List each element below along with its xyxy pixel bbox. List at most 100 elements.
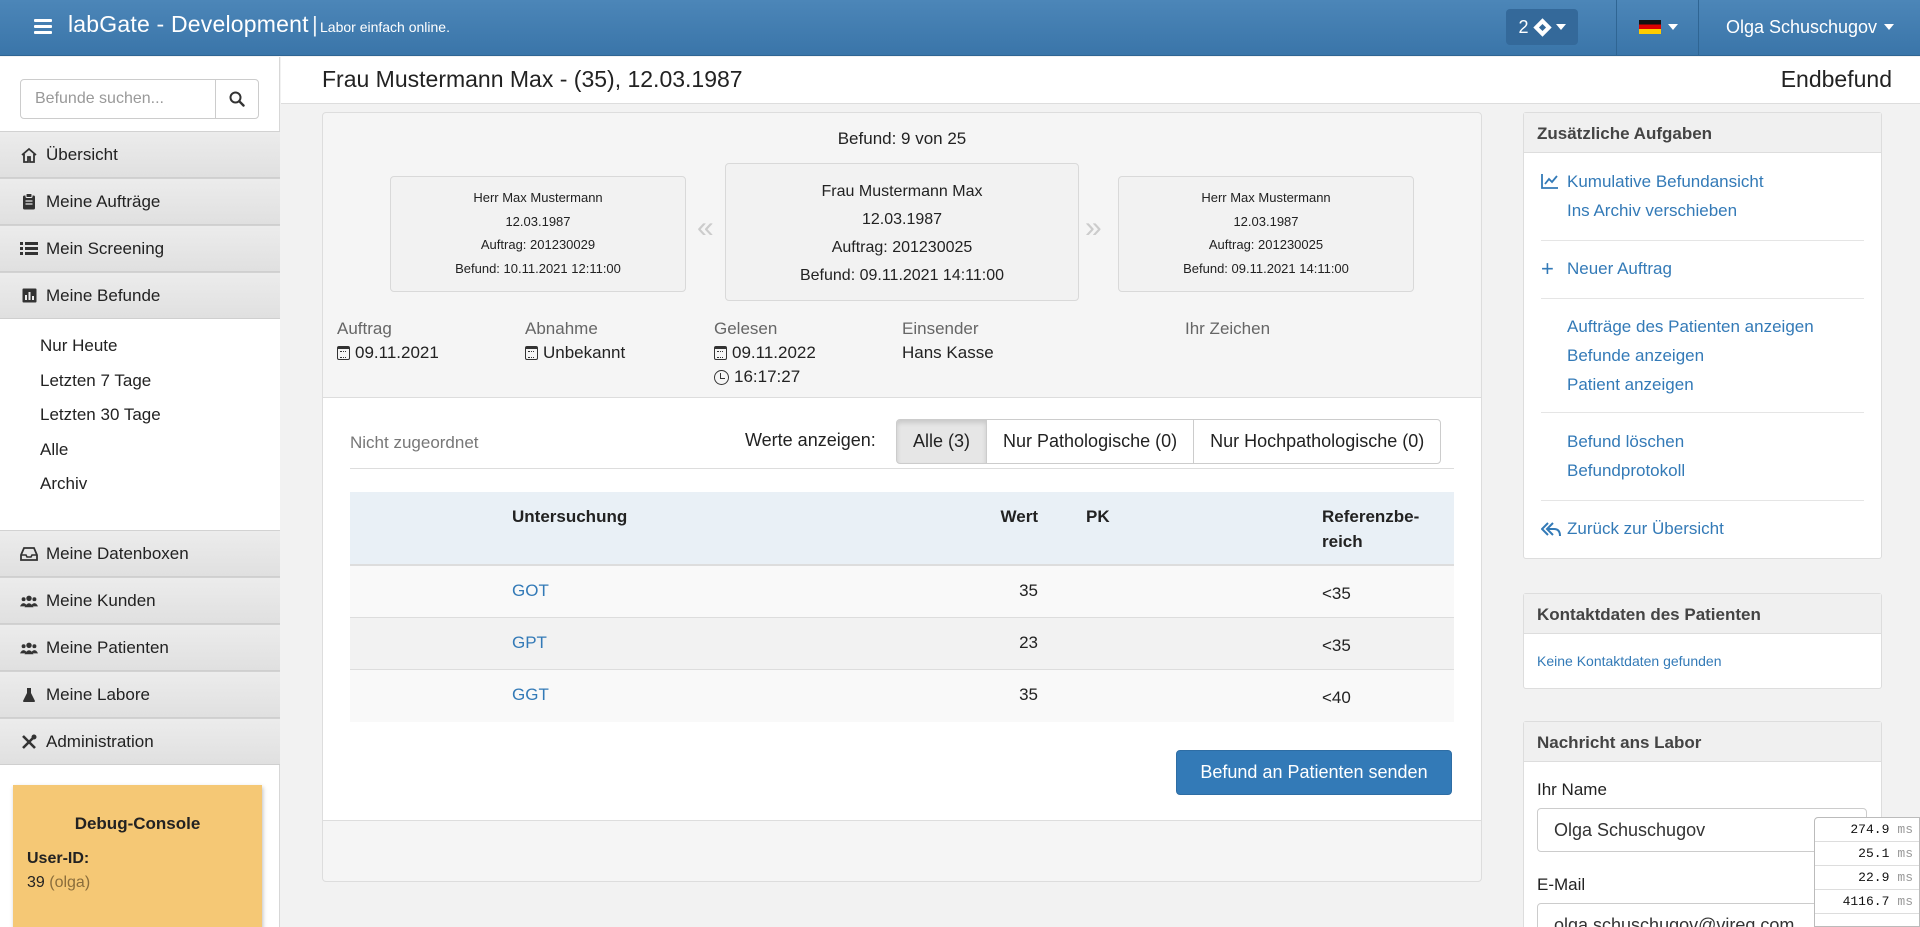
previous-arrow-icon[interactable]: « [697, 211, 714, 245]
nav-meine-patienten[interactable]: Meine Patienten [0, 624, 280, 671]
current-befund-card: Frau Mustermann Max 12.03.1987 Auftrag: … [725, 163, 1079, 301]
card-dob: 12.03.1987 [505, 213, 571, 229]
page-header: Frau Mustermann Max - (35), 12.03.1987 E… [281, 57, 1920, 104]
test-name-link[interactable]: GOT [512, 581, 549, 601]
language-dropdown[interactable] [1620, 9, 1696, 45]
nav-meine-kunden[interactable]: Meine Kunden [0, 577, 280, 624]
befund-status: Endbefund [1780, 66, 1892, 92]
card-patient-name: Frau Mustermann Max [821, 183, 983, 200]
test-value: 35 [1019, 685, 1038, 704]
inbox-icon [20, 545, 38, 563]
workspace-count: 2 [1518, 16, 1529, 37]
submenu-letzten-7-tage[interactable]: Letzten 7 Tage [40, 371, 151, 391]
nav-meine-labore[interactable]: Meine Labore [0, 671, 280, 718]
no-contact-link[interactable]: Keine Kontaktdaten gefunden [1537, 653, 1722, 669]
value-filter-group: Alle (3) Nur Pathologische (0) Nur Hochp… [896, 419, 1442, 464]
card-befund-date: Befund: 10.11.2021 12:11:00 [455, 260, 621, 276]
back-to-overview-link[interactable]: Zurück zur Übersicht [1567, 519, 1724, 539]
test-value: 23 [1019, 633, 1038, 652]
column-header-referenzbereich: Referenzbe-reich [1322, 507, 1420, 551]
nav-administration[interactable]: Administration [0, 718, 280, 765]
timing-row: 274.9 ms [1815, 818, 1919, 842]
card-auftrag: Auftrag: 201230025 [1208, 237, 1324, 252]
nav-meine-datenboxen[interactable]: Meine Datenboxen [0, 530, 280, 577]
befund-protocol-link[interactable]: Befundprotokoll [1567, 461, 1685, 481]
gelesen-date: 09.11.2022 [714, 343, 816, 363]
divider [1541, 412, 1864, 413]
submenu-archiv[interactable]: Archiv [40, 474, 87, 494]
submenu-letzten-30-tage[interactable]: Letzten 30 Tage [40, 405, 161, 425]
filter-highly-pathological-button[interactable]: Nur Hochpathologische (0) [1193, 419, 1442, 464]
hamburger-menu-icon[interactable] [34, 19, 52, 35]
column-header-pk: PK [1086, 507, 1110, 526]
sidebar: Übersicht Meine Aufträge Mein Screening … [0, 57, 280, 927]
card-auftrag: Auftrag: 201230029 [480, 237, 596, 252]
filter-all-button[interactable]: Alle (3) [896, 419, 988, 464]
next-arrow-icon[interactable]: » [1085, 211, 1102, 245]
bar-chart-icon [20, 287, 38, 305]
users-icon [20, 639, 38, 657]
nav-meine-befunde[interactable]: Meine Befunde [0, 272, 280, 319]
user-menu-dropdown[interactable]: Olga Schuschugov [1700, 9, 1920, 45]
nav-label: Meine Befunde [46, 285, 161, 305]
submenu-nur-heute[interactable]: Nur Heute [40, 336, 117, 356]
cumulative-view-link[interactable]: Kumulative Befundansicht [1567, 172, 1764, 192]
top-navbar: labGate - Development | Labor einfach on… [0, 0, 1920, 56]
search-input[interactable] [20, 79, 216, 119]
befunde-submenu: Nur Heute Letzten 7 Tage Letzten 30 Tage… [0, 319, 280, 531]
nav-mein-screening[interactable]: Mein Screening [0, 225, 280, 272]
debug-user-id-label: User-ID: [27, 850, 90, 867]
delete-befund-link[interactable]: Befund löschen [1567, 432, 1684, 452]
nav-label: Meine Datenboxen [46, 543, 189, 563]
nav-label: Meine Patienten [46, 637, 169, 657]
next-befund-card[interactable]: Herr Max Mustermann 12.03.1987 Auftrag: … [1118, 176, 1414, 292]
unassigned-label: Nicht zugeordnet [350, 433, 479, 452]
email-label: E-Mail [1537, 875, 1586, 894]
gelesen-time: 16:17:27 [714, 367, 800, 387]
panel-title: Nachricht ans Labor [1524, 722, 1881, 762]
patient-orders-link[interactable]: Aufträge des Patienten anzeigen [1567, 317, 1814, 337]
debug-user-id-value: 39 (olga) [27, 874, 91, 891]
divider [350, 468, 1454, 469]
card-dob: 12.03.1987 [861, 211, 943, 228]
filter-label: Werte anzeigen: [745, 430, 876, 450]
divider [1541, 298, 1864, 299]
nav-uebersicht[interactable]: Übersicht [0, 131, 280, 178]
column-header-untersuchung: Untersuchung [512, 507, 628, 526]
auftrag-date: 09.11.2021 [337, 343, 439, 363]
nav-label: Meine Kunden [46, 590, 156, 610]
search-icon [229, 91, 245, 107]
table-row: GOT 35 <35 [350, 566, 1454, 618]
list-icon [20, 240, 38, 258]
nav-meine-auftraege[interactable]: Meine Aufträge [0, 178, 280, 225]
results-table: Untersuchung Wert PK Referenzbe-reich GO… [350, 492, 1454, 722]
additional-tasks-panel: Zusätzliche Aufgaben Kumulative Befundan… [1523, 112, 1882, 559]
chevron-down-icon [1555, 24, 1566, 30]
previous-befund-card[interactable]: Herr Max Mustermann 12.03.1987 Auftrag: … [390, 176, 686, 292]
show-befunde-link[interactable]: Befunde anzeigen [1567, 346, 1704, 366]
send-to-patient-button[interactable]: Befund an Patienten senden [1176, 750, 1452, 795]
patient-contact-panel: Kontaktdaten des Patienten Keine Kontakt… [1523, 593, 1882, 689]
test-reference: <40 [1322, 688, 1351, 707]
nav-label: Übersicht [46, 144, 118, 164]
test-value: 35 [1019, 581, 1038, 600]
show-patient-link[interactable]: Patient anzeigen [1567, 375, 1694, 395]
test-reference: <35 [1322, 584, 1351, 603]
filter-pathological-button[interactable]: Nur Pathologische (0) [986, 419, 1195, 464]
ihr-zeichen-label: Ihr Zeichen [1185, 319, 1271, 338]
workspace-switch-button[interactable]: 2 [1506, 9, 1578, 45]
diamond-direction-icon [1532, 17, 1552, 37]
new-order-link[interactable]: Neuer Auftrag [1567, 259, 1672, 279]
performance-timings[interactable]: 274.9 ms 25.1 ms 22.9 ms 4116.7 ms [1814, 817, 1920, 927]
search-button[interactable] [215, 79, 259, 119]
befund-panel: Befund: 9 von 25 Herr Max Mustermann 12.… [322, 112, 1482, 882]
archive-link[interactable]: Ins Archiv verschieben [1567, 201, 1737, 221]
test-name-link[interactable]: GPT [512, 633, 547, 653]
users-icon [20, 592, 38, 610]
plus-icon: + [1541, 256, 1554, 281]
user-name: Olga Schuschugov [1725, 16, 1878, 37]
submenu-alle[interactable]: Alle [40, 440, 68, 460]
test-name-link[interactable]: GGT [512, 685, 549, 705]
table-row: GPT 23 <35 [350, 618, 1454, 670]
app-brand[interactable]: labGate - Development [68, 11, 309, 38]
